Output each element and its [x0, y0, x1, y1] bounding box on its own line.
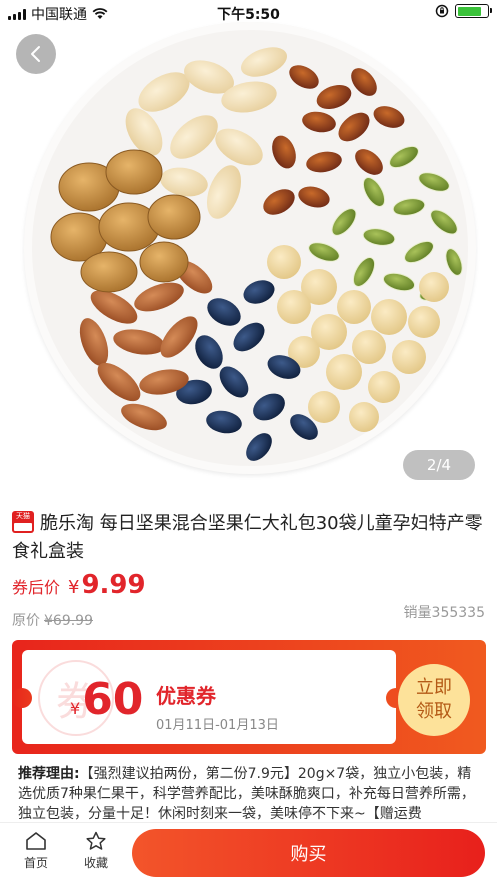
star-icon	[86, 831, 106, 850]
coupon-price-row: 券后价 ¥ 9.99	[12, 570, 146, 600]
tab-favorite[interactable]: 收藏	[74, 831, 118, 871]
battery-icon	[455, 4, 492, 18]
coupon-date-range: 01月11日-01月13日	[156, 718, 279, 733]
recommendation-body: 【强烈建议拍两份，第二份7.9元】20g×7袋，独立小包装，精选优质7种果仁果干…	[18, 766, 475, 822]
chevron-left-icon	[31, 46, 40, 62]
product-title: 脆乐淘 每日坚果混合坚果仁大礼包30袋儿童孕妇特产零食礼盒装	[12, 513, 483, 562]
tab-home-label: 首页	[23, 856, 48, 870]
original-price-label: 原价	[12, 613, 40, 629]
product-photo	[24, 22, 476, 474]
status-right	[435, 4, 492, 18]
original-price: ¥69.99	[44, 613, 93, 629]
sales-count: 销量355335	[403, 605, 485, 621]
coupon-card[interactable]: 券 ¥ 60 优惠券 01月11日-01月13日 立即 领取	[12, 640, 486, 754]
product-image-carousel[interactable]: 2/4	[0, 0, 497, 490]
original-price-row: 原价 ¥69.99	[12, 610, 93, 630]
orientation-lock-icon	[435, 4, 449, 18]
status-bar: 中国联通 下午5:50	[0, 0, 497, 26]
tmall-badge-text: 天猫	[16, 512, 30, 520]
coupon-body: 券 ¥ 60 优惠券 01月11日-01月13日	[12, 650, 406, 744]
claim-label-line2: 领取	[416, 701, 452, 722]
coupon-title: 优惠券	[156, 684, 216, 708]
coupon-price-label: 券后价	[12, 578, 61, 597]
coupon-currency: ¥	[70, 699, 81, 718]
tab-home[interactable]: 首页	[14, 831, 58, 871]
product-title-block: 天猫 脆乐淘 每日坚果混合坚果仁大礼包30袋儿童孕妇特产零食礼盒装	[12, 510, 488, 566]
coupon-amount: ¥ 60	[70, 678, 143, 722]
currency-symbol: ¥	[68, 577, 80, 598]
home-icon	[26, 832, 46, 850]
coupon-value: 60	[82, 674, 144, 725]
claim-label-line1: 立即	[416, 677, 452, 698]
tab-favorite-label: 收藏	[83, 856, 108, 870]
claim-coupon-button[interactable]: 立即 领取	[398, 664, 470, 736]
buy-button[interactable]: 购买	[132, 829, 485, 877]
status-time: 下午5:50	[217, 7, 280, 23]
image-counter: 2/4	[403, 450, 475, 480]
nut-plate-illustration	[50, 47, 463, 461]
tmall-icon: 天猫	[12, 511, 34, 533]
bottom-action-bar: 首页 收藏 购买	[0, 822, 497, 883]
recommendation-text: 推荐理由:【强烈建议拍两份，第二份7.9元】20g×7袋，独立小包装，精选优质7…	[18, 764, 480, 824]
recommendation-label: 推荐理由:	[18, 766, 80, 782]
back-button[interactable]	[16, 34, 56, 74]
coupon-price: 9.99	[81, 570, 146, 600]
